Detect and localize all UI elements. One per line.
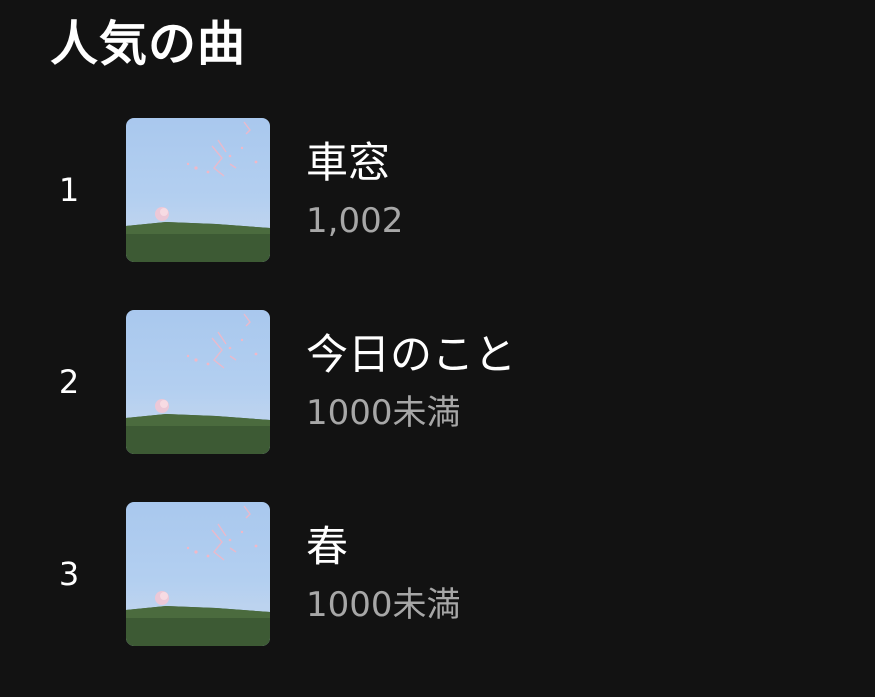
track-play-count: 1000未満 xyxy=(306,585,461,625)
section-title: 人気の曲 xyxy=(50,16,247,72)
track-play-count: 1,002 xyxy=(306,201,404,241)
popular-tracks-list: 1 車窓 1,002 2 今日のこと 1000未満 3 春 1000未満 xyxy=(0,118,875,694)
album-artwork xyxy=(126,118,270,262)
track-rank: 2 xyxy=(58,363,80,401)
track-rank: 1 xyxy=(58,171,80,209)
track-title: 車窓 xyxy=(306,138,391,187)
track-row[interactable]: 2 今日のこと 1000未満 xyxy=(0,310,875,502)
track-row[interactable]: 3 春 1000未満 xyxy=(0,502,875,694)
track-title: 今日のこと xyxy=(306,330,517,379)
track-play-count: 1000未満 xyxy=(306,393,461,433)
album-artwork xyxy=(126,310,270,454)
track-title: 春 xyxy=(306,522,349,571)
track-row[interactable]: 1 車窓 1,002 xyxy=(0,118,875,310)
track-rank: 3 xyxy=(58,555,80,593)
album-artwork xyxy=(126,502,270,646)
